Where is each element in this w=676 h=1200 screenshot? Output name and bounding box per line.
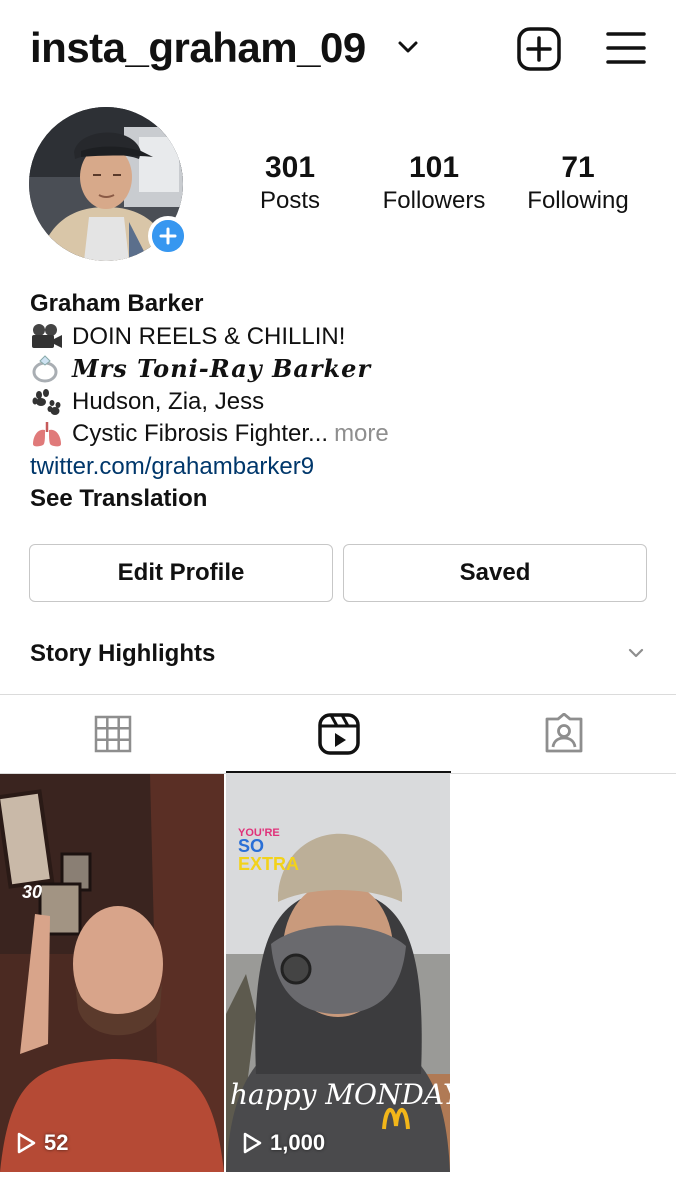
bio-line: Hudson, Zia, Jess xyxy=(30,386,650,419)
reel-tile[interactable]: YOU'RE SO EXTRA happy MONDAY 1,000 xyxy=(226,774,450,1172)
posts-label: Posts xyxy=(259,187,321,214)
bio-line-text: Hudson, Zia, Jess xyxy=(72,387,265,415)
hamburger-menu-icon[interactable] xyxy=(606,30,646,66)
following-value: 71 xyxy=(561,151,595,184)
bio: Graham Barker DOIN REELS & CHILLIN! Mrs … xyxy=(30,288,650,516)
reel-view-count: 1,000 xyxy=(242,1130,325,1156)
tab-tagged[interactable] xyxy=(451,695,676,773)
posts-value: 301 xyxy=(264,151,316,184)
bio-link[interactable]: twitter.com/grahambarker9 xyxy=(30,451,650,484)
bio-line-text: DOIN REELS & CHILLIN! xyxy=(72,322,346,350)
profile-name: Graham Barker xyxy=(30,290,204,317)
reel-views: 1,000 xyxy=(270,1130,326,1155)
story-highlights-label[interactable]: Story Highlights xyxy=(30,639,215,669)
followers-value: 101 xyxy=(408,151,460,184)
play-icon xyxy=(243,1132,262,1154)
reel-thumbnail: 30 xyxy=(0,774,224,1172)
svg-text:happy MONDAY: happy MONDAY xyxy=(230,1078,450,1111)
following-label: Following xyxy=(527,187,629,214)
bio-line-text: Cystic Fibrosis Fighter... xyxy=(72,420,329,447)
play-icon xyxy=(17,1132,36,1154)
bio-line-text: Mrs Toni-Ray Barker xyxy=(72,354,372,383)
tagged-icon xyxy=(545,713,582,753)
paw-prints-icon xyxy=(32,388,61,415)
reel-view-count: 52 xyxy=(16,1130,68,1156)
reel-thumbnail: YOU'RE SO EXTRA happy MONDAY xyxy=(226,774,450,1172)
bio-line: DOIN REELS & CHILLIN! xyxy=(30,321,650,354)
movie-camera-icon xyxy=(32,323,62,348)
reel-overlay-text: 30 xyxy=(22,882,42,902)
followers-label: Followers xyxy=(382,187,486,214)
following-count[interactable]: 71 Following xyxy=(518,150,638,216)
svg-text:SO: SO xyxy=(238,836,264,856)
plus-icon[interactable] xyxy=(148,216,188,256)
saved-button[interactable]: Saved xyxy=(343,544,647,602)
more-link[interactable]: more xyxy=(334,418,389,451)
reels-icon xyxy=(317,713,360,755)
bio-line: Mrs Toni-Ray Barker xyxy=(30,353,650,386)
bio-line: Cystic Fibrosis Fighter... more xyxy=(30,418,650,451)
edit-profile-button[interactable]: Edit Profile xyxy=(29,544,333,602)
reel-views: 52 xyxy=(44,1130,69,1155)
chevron-down-icon[interactable] xyxy=(627,646,645,660)
grid-icon xyxy=(94,715,131,753)
followers-count[interactable]: 101 Followers xyxy=(374,150,494,216)
lungs-icon xyxy=(33,422,61,447)
tab-posts-grid[interactable] xyxy=(0,695,225,773)
see-translation-link[interactable]: See Translation xyxy=(30,483,650,516)
svg-text:EXTRA: EXTRA xyxy=(238,854,299,874)
new-post-icon[interactable] xyxy=(517,27,561,71)
username-title[interactable]: insta_graham_09 xyxy=(30,24,366,72)
ring-icon xyxy=(32,355,58,383)
chevron-down-icon[interactable] xyxy=(397,36,419,58)
reel-tile[interactable]: 30 52 xyxy=(0,774,224,1172)
tab-reels[interactable] xyxy=(226,695,451,773)
posts-count[interactable]: 301 Posts xyxy=(230,150,350,216)
